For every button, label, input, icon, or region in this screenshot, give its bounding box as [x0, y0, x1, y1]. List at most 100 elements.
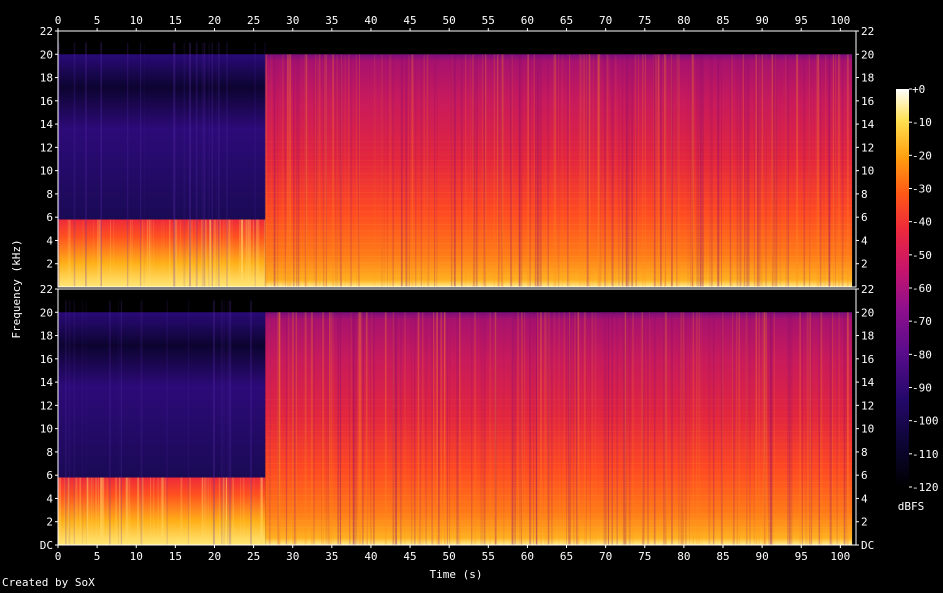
spectral-streak: [709, 54, 711, 287]
spectral-streak: [846, 54, 848, 287]
spectral-streak: [758, 54, 761, 287]
spectral-streak: [204, 477, 206, 545]
spectral-streak: [207, 477, 209, 545]
spectral-streak: [166, 300, 168, 545]
spectral-streak: [414, 312, 416, 545]
spectral-streak: [662, 54, 663, 287]
y-tick-label-left: 16: [40, 95, 53, 108]
spectral-streak: [657, 54, 660, 287]
spectral-streak: [518, 54, 521, 287]
y-tick-label-left: 14: [40, 376, 54, 389]
x-axis-label: Time (s): [430, 568, 483, 581]
spectral-streak: [189, 42, 191, 287]
spectral-streak: [498, 54, 500, 287]
y-tick-label-left: 6: [46, 469, 53, 482]
spectral-streak: [566, 312, 568, 545]
spectral-streak: [832, 54, 834, 287]
x-tick-label-top: 85: [716, 14, 729, 27]
spectral-streak: [684, 312, 687, 545]
spectral-streak: [606, 54, 609, 287]
spectral-streak: [201, 477, 204, 545]
spectral-streak: [744, 54, 746, 287]
spectral-streak: [558, 312, 560, 545]
spectral-streak: [241, 219, 244, 287]
spectral-streak: [774, 54, 777, 287]
spectral-streak: [824, 54, 826, 287]
spectral-streak: [389, 54, 392, 287]
spectral-streak: [581, 54, 583, 287]
spectral-streak: [101, 477, 103, 545]
spectral-streak: [73, 300, 76, 545]
spectral-streak: [115, 477, 117, 545]
spectral-streak: [305, 54, 308, 287]
spectral-streak: [608, 312, 610, 545]
spectral-streak: [663, 312, 665, 545]
spectral-streak: [656, 54, 658, 287]
spectral-streak: [436, 312, 438, 545]
y-tick-label-right: 6: [861, 211, 868, 224]
harmonic-band: [265, 249, 853, 251]
x-tick-label-top: 95: [795, 14, 808, 27]
spectral-streak: [82, 219, 84, 287]
spectral-streak: [618, 54, 620, 287]
spectral-streak: [626, 54, 629, 287]
spectral-streak: [574, 312, 576, 545]
spectral-streak: [257, 219, 260, 287]
spectral-streak: [339, 312, 342, 545]
spectral-streak: [97, 219, 99, 287]
colorbar-tick-label: -60: [912, 282, 932, 295]
spectral-streak: [482, 312, 484, 545]
spectral-streak: [180, 477, 181, 545]
spectral-streak: [132, 219, 133, 287]
spectral-streak: [624, 312, 627, 545]
harmonic-band: [265, 140, 853, 142]
spectral-streak: [653, 312, 656, 545]
spectral-streak: [594, 312, 597, 545]
spectral-streak: [270, 54, 272, 287]
spectral-streak: [648, 312, 650, 545]
x-tick-label-top: 15: [169, 14, 182, 27]
spectral-streak: [161, 219, 162, 287]
spectral-streak: [818, 312, 820, 545]
spectral-streak: [742, 54, 744, 287]
y-tick-label-left: 4: [46, 234, 53, 247]
spectral-streak: [753, 54, 755, 287]
spectral-streak: [383, 54, 385, 287]
spectral-streak: [348, 54, 350, 287]
spectral-streak: [161, 477, 164, 545]
spectral-streak: [573, 312, 575, 545]
spectral-streak: [701, 312, 703, 545]
spectral-streak: [268, 312, 271, 545]
spectral-streak: [322, 54, 325, 287]
spectral-streak: [687, 54, 689, 287]
spectral-streak: [534, 54, 535, 287]
harmonic-band: [265, 256, 853, 257]
harmonic-band: [265, 418, 853, 419]
spectral-streak: [152, 219, 155, 287]
spectral-streak: [316, 54, 317, 287]
spectral-streak: [834, 312, 836, 545]
spectral-streak: [420, 54, 423, 287]
spectral-streak: [417, 312, 420, 545]
spectral-streak: [698, 312, 701, 545]
x-tick-label-top: 20: [208, 14, 221, 27]
spectral-streak: [187, 300, 190, 545]
spectral-streak: [843, 312, 846, 545]
spectral-streak: [277, 54, 279, 287]
harmonic-band: [265, 520, 853, 522]
x-tick-label-top: 55: [482, 14, 495, 27]
spectral-streak: [195, 42, 198, 287]
spectral-streak: [567, 54, 569, 287]
spectral-streak: [247, 219, 250, 287]
spectral-streak: [604, 54, 606, 287]
spectral-streak: [729, 54, 732, 287]
spectral-streak: [130, 219, 132, 287]
x-tick-label-bottom: 35: [325, 550, 338, 563]
spectral-streak: [482, 54, 484, 287]
spectral-streak: [502, 54, 505, 287]
y-tick-label-right: 4: [861, 492, 868, 505]
spectral-streak: [187, 219, 189, 287]
spectral-streak: [143, 219, 145, 287]
harmonic-band: [265, 153, 853, 155]
spectral-streak: [284, 54, 286, 287]
